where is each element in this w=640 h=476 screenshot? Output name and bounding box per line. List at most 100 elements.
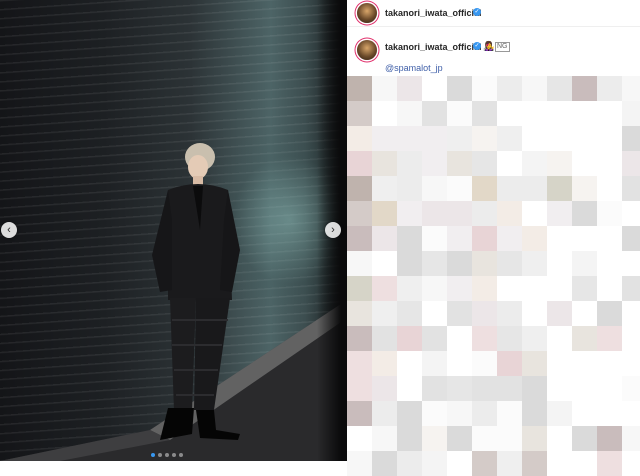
mosaic-cell bbox=[397, 401, 422, 426]
mosaic-cell bbox=[547, 76, 572, 101]
caption-username[interactable]: takanori_iwata_official bbox=[385, 42, 482, 52]
mosaic-cell bbox=[347, 101, 372, 126]
carousel-dot bbox=[151, 453, 155, 457]
mosaic-cell bbox=[522, 226, 547, 251]
mosaic-cell bbox=[347, 276, 372, 301]
mosaic-cell bbox=[622, 301, 640, 326]
mosaic-cell bbox=[547, 176, 572, 201]
mosaic-cell bbox=[397, 451, 422, 476]
mosaic-cell bbox=[472, 226, 497, 251]
mosaic-cell bbox=[372, 101, 397, 126]
mosaic-cell bbox=[522, 326, 547, 351]
mosaic-cell bbox=[397, 251, 422, 276]
mosaic-cell bbox=[572, 201, 597, 226]
mosaic-cell bbox=[472, 451, 497, 476]
mosaic-cell bbox=[422, 176, 447, 201]
person-figure bbox=[152, 143, 240, 440]
mosaic-cell bbox=[422, 101, 447, 126]
header-username[interactable]: takanori_iwata_official bbox=[385, 8, 482, 18]
mosaic-cell bbox=[522, 126, 547, 151]
mosaic-cell bbox=[622, 351, 640, 376]
mosaic-cell bbox=[422, 226, 447, 251]
mosaic-cell bbox=[422, 451, 447, 476]
mosaic-cell bbox=[472, 201, 497, 226]
mosaic-cell bbox=[547, 201, 572, 226]
mosaic-cell bbox=[547, 151, 572, 176]
mosaic-cell bbox=[372, 226, 397, 251]
mosaic-cell bbox=[547, 326, 572, 351]
mosaic-cell bbox=[597, 426, 622, 451]
mosaic-cell bbox=[447, 176, 472, 201]
mosaic-cell bbox=[622, 401, 640, 426]
mosaic-cell bbox=[522, 351, 547, 376]
avatar[interactable] bbox=[357, 40, 377, 60]
mosaic-cell bbox=[547, 226, 572, 251]
mosaic-cell bbox=[347, 126, 372, 151]
previous-slide-button[interactable]: ‹ bbox=[1, 222, 17, 238]
carousel-dot bbox=[179, 453, 183, 457]
mosaic-cell bbox=[522, 151, 547, 176]
mosaic-cell bbox=[497, 151, 522, 176]
mosaic-cell bbox=[472, 301, 497, 326]
caption-mention-link[interactable]: @spamalot_jp bbox=[385, 63, 443, 73]
avatar[interactable] bbox=[357, 3, 377, 23]
mosaic-cell bbox=[597, 451, 622, 476]
mosaic-cell bbox=[497, 126, 522, 151]
mosaic-cell bbox=[522, 301, 547, 326]
mosaic-cell bbox=[472, 76, 497, 101]
mosaic-cell bbox=[397, 351, 422, 376]
mosaic-cell bbox=[472, 276, 497, 301]
mosaic-cell bbox=[397, 301, 422, 326]
mosaic-cell bbox=[597, 101, 622, 126]
mosaic-cell bbox=[422, 251, 447, 276]
mosaic-cell bbox=[397, 326, 422, 351]
mosaic-cell bbox=[472, 126, 497, 151]
mosaic-cell bbox=[422, 301, 447, 326]
mosaic-cell bbox=[472, 151, 497, 176]
mosaic-cell bbox=[397, 226, 422, 251]
mosaic-cell bbox=[497, 326, 522, 351]
mosaic-cell bbox=[422, 401, 447, 426]
mosaic-cell bbox=[622, 251, 640, 276]
mosaic-cell bbox=[622, 226, 640, 251]
mosaic-cell bbox=[447, 301, 472, 326]
mosaic-cell bbox=[597, 201, 622, 226]
mosaic-cell bbox=[547, 251, 572, 276]
mosaic-cell bbox=[522, 251, 547, 276]
mosaic-cell bbox=[522, 176, 547, 201]
mosaic-cell bbox=[372, 251, 397, 276]
post-photo[interactable]: ‹ › bbox=[0, 0, 347, 461]
mosaic-cell bbox=[497, 301, 522, 326]
mosaic-cell bbox=[347, 201, 372, 226]
mosaic-cell bbox=[447, 376, 472, 401]
mosaic-cell bbox=[447, 76, 472, 101]
mosaic-cell bbox=[547, 401, 572, 426]
chevron-right-icon: › bbox=[331, 224, 335, 236]
mosaic-cell bbox=[497, 276, 522, 301]
mosaic-cell bbox=[547, 101, 572, 126]
mosaic-cell bbox=[572, 101, 597, 126]
mosaic-cell bbox=[497, 101, 522, 126]
next-slide-button[interactable]: › bbox=[325, 222, 341, 238]
mosaic-cell bbox=[372, 351, 397, 376]
mosaic-cell bbox=[347, 351, 372, 376]
mosaic-cell bbox=[622, 76, 640, 101]
mosaic-cell bbox=[497, 376, 522, 401]
mosaic-cell bbox=[397, 276, 422, 301]
mosaic-cell bbox=[497, 426, 522, 451]
mosaic-cell bbox=[422, 276, 447, 301]
post-header: takanori_iwata_official ✓ bbox=[347, 0, 640, 27]
mosaic-cell bbox=[422, 201, 447, 226]
mosaic-cell bbox=[572, 226, 597, 251]
mosaic-cell bbox=[372, 301, 397, 326]
mosaic-cell bbox=[372, 176, 397, 201]
mosaic-cell bbox=[422, 326, 447, 351]
mosaic-cell bbox=[497, 201, 522, 226]
mosaic-cell bbox=[372, 451, 397, 476]
mosaic-cell bbox=[522, 76, 547, 101]
mosaic-cell bbox=[522, 451, 547, 476]
mosaic-cell bbox=[372, 401, 397, 426]
mosaic-cell bbox=[347, 151, 372, 176]
mosaic-cell bbox=[472, 251, 497, 276]
mosaic-cell bbox=[472, 101, 497, 126]
